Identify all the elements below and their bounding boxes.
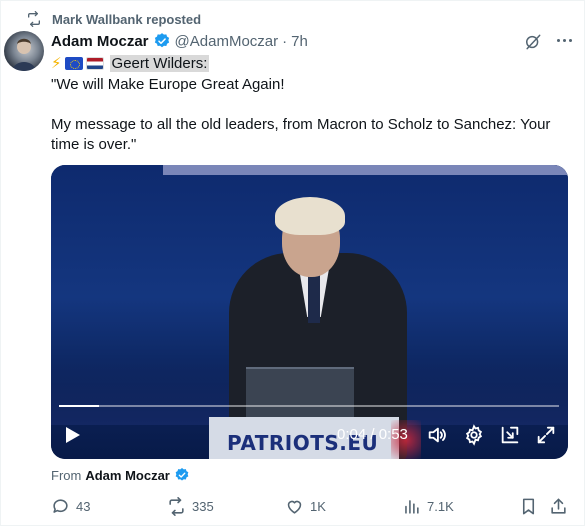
bookmark-icon [522, 498, 535, 514]
repost-button[interactable]: 335 [167, 495, 214, 517]
video-progress-bar[interactable] [59, 405, 559, 407]
video-progress-fill [59, 405, 99, 407]
lightning-emoji: ⚡ [51, 55, 62, 72]
video-player[interactable]: PATRIOTS.EU 0:04 / 0:53 [51, 165, 568, 459]
tweet-header: Adam Moczar @AdamMoczar · 7h [51, 31, 308, 51]
share-icon [551, 498, 566, 514]
author-handle[interactable]: @AdamMoczar [175, 33, 279, 50]
repost-count: 335 [192, 498, 214, 514]
repost-icon [169, 496, 184, 516]
volume-icon[interactable] [426, 424, 448, 446]
fullscreen-icon[interactable] [535, 424, 557, 446]
repost-banner[interactable]: Mark Wallbank reposted [26, 10, 201, 28]
repost-icon [28, 11, 40, 27]
play-icon[interactable] [65, 426, 81, 444]
reply-button[interactable]: 43 [51, 495, 90, 517]
views-button[interactable]: 7.1K [402, 495, 454, 517]
heart-icon [287, 500, 302, 514]
tweet-tagline: ⚡ Geert Wilders: [51, 53, 210, 73]
tweet-text-line-1: "We will Make Europe Great Again! [51, 76, 285, 93]
tweet-text: "We will Make Europe Great Again! My mes… [51, 75, 571, 175]
verified-badge-icon [154, 33, 169, 48]
avatar-image [12, 38, 36, 71]
eu-flag-icon [64, 56, 83, 70]
tweet-text-line-2: My message to all the old leaders, from … [51, 116, 551, 153]
share-button[interactable] [549, 495, 568, 517]
netherlands-flag-icon [85, 56, 104, 70]
like-count: 1K [310, 498, 326, 514]
author-name[interactable]: Adam Moczar [51, 33, 149, 50]
picture-in-picture-icon[interactable] [499, 424, 521, 446]
action-bar: 43 335 1K 7.1K [51, 495, 571, 517]
post-time[interactable]: 7h [291, 33, 308, 50]
lectern [246, 367, 354, 417]
settings-gear-icon[interactable] [463, 424, 485, 446]
grok-icon[interactable] [523, 32, 543, 52]
tweet-card[interactable]: Mark Wallbank reposted Adam Moczar @Adam… [0, 0, 585, 526]
like-button[interactable]: 1K [285, 495, 326, 517]
video-time: 0:04 / 0:53 [337, 426, 408, 443]
bookmark-button[interactable] [519, 495, 538, 517]
from-author-name[interactable]: Adam Moczar [85, 468, 170, 483]
from-label: From [51, 467, 82, 483]
more-options-icon[interactable] [557, 39, 572, 42]
views-chart-icon [405, 499, 419, 514]
video-controls: 0:04 / 0:53 [51, 420, 568, 450]
separator-dot: · [282, 32, 288, 50]
reply-count: 43 [76, 498, 91, 514]
source-attribution: From Adam Moczar [51, 465, 190, 485]
reply-icon [53, 498, 68, 513]
view-count: 7.1K [427, 498, 454, 514]
verified-badge-icon [175, 468, 189, 481]
highlighted-name: Geert Wilders: [109, 54, 210, 72]
repost-text: Mark Wallbank reposted [52, 11, 202, 27]
avatar[interactable] [4, 31, 44, 71]
